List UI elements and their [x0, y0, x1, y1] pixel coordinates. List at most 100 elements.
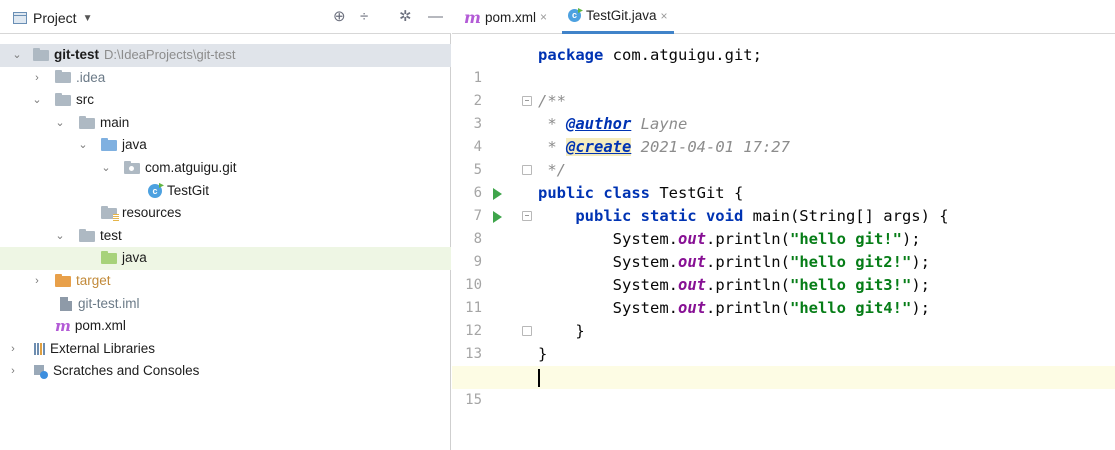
folder-icon — [79, 228, 95, 242]
tree-item-test-java[interactable]: java — [0, 247, 451, 270]
tree-item-iml[interactable]: git-test.iml — [0, 293, 451, 316]
maven-icon: m — [464, 7, 481, 27]
tree-label: java — [122, 250, 147, 266]
code-line: 4 * @author Layne — [452, 113, 1115, 155]
tree-label: java — [122, 137, 147, 153]
tree-item-target[interactable]: › target — [0, 270, 451, 293]
tree-item-idea[interactable]: › .idea — [0, 67, 451, 90]
chevron-down-icon[interactable]: ⌄ — [55, 112, 65, 135]
project-icon — [13, 12, 27, 24]
tree-label: main — [100, 114, 130, 130]
close-icon[interactable]: × — [661, 9, 668, 23]
chevron-down-icon[interactable]: ⌄ — [12, 44, 22, 67]
package-icon — [124, 160, 140, 174]
chevron-right-icon[interactable]: › — [32, 270, 42, 293]
tree-label: test — [100, 227, 122, 243]
libraries-icon — [34, 343, 45, 356]
project-title: Project — [33, 10, 77, 26]
chevron-down-icon: ▼ — [82, 12, 93, 24]
code-line: 1 package com.atguigu.git; — [452, 44, 1115, 86]
code-line: 12 System.out.println("hello git4!"); — [452, 297, 1115, 339]
chevron-right-icon[interactable]: › — [32, 67, 42, 90]
fold-end-icon[interactable] — [522, 165, 532, 175]
class-icon: c — [568, 9, 581, 22]
tree-item-src[interactable]: ⌄ src — [0, 89, 451, 112]
tree-label: resources — [122, 205, 182, 221]
tree-path: D:\IdeaProjects\git-test — [104, 47, 236, 62]
tree-item-main[interactable]: ⌄ main — [0, 112, 451, 135]
tree-label: pom.xml — [74, 318, 126, 334]
editor: m pom.xml × c TestGit.java × 1 package c… — [452, 0, 1115, 450]
code-line: 10 System.out.println("hello git2!"); — [452, 251, 1115, 293]
tree-item-pom[interactable]: m pom.xml — [0, 315, 451, 338]
code-line: 7 public class TestGit { — [452, 182, 1115, 224]
project-tree: ⌄ git-test D:\IdeaProjects\git-test › .i… — [0, 44, 451, 383]
tree-label: target — [76, 272, 111, 288]
tab-label: pom.xml — [484, 9, 536, 25]
tree-item-external-libraries[interactable]: › External Libraries — [0, 338, 451, 361]
code-line: 13 } — [452, 320, 1115, 362]
resources-folder-icon — [101, 205, 119, 221]
fold-end-icon[interactable] — [522, 326, 532, 336]
tree-label: Scratches and Consoles — [53, 363, 200, 379]
chevron-down-icon[interactable]: ⌄ — [55, 225, 65, 248]
code-line: 8 public static void main(String[] args)… — [452, 205, 1115, 247]
gear-icon[interactable]: ✲ — [399, 8, 412, 26]
text-caret — [538, 368, 540, 387]
tree-label: External Libraries — [50, 340, 156, 356]
project-view-selector[interactable]: Project ▼ — [13, 9, 92, 27]
folder-icon — [55, 92, 71, 106]
tree-item-resources[interactable]: resources — [0, 202, 451, 225]
tree-item-package[interactable]: ⌄ com.atguigu.git — [0, 157, 451, 180]
code-area[interactable]: 1 package com.atguigu.git; 2 3 /** 4 * @… — [452, 44, 1115, 408]
collapse-all-icon[interactable]: ÷ — [360, 8, 368, 26]
tree-item-scratches[interactable]: › Scratches and Consoles — [0, 360, 451, 383]
tree-item-testgit[interactable]: c TestGit — [0, 180, 451, 203]
iml-file-icon — [60, 296, 72, 311]
code-line: 3 /** — [452, 90, 1115, 132]
fold-icon[interactable] — [522, 211, 532, 221]
run-icon[interactable] — [493, 211, 502, 223]
code-line: 2 — [452, 67, 1115, 109]
chevron-down-icon[interactable]: ⌄ — [32, 89, 42, 112]
locate-file-icon[interactable]: ⊕ — [333, 8, 346, 26]
tab-testgit-java[interactable]: c TestGit.java × — [562, 0, 674, 34]
code-line: 11 System.out.println("hello git3!"); — [452, 274, 1115, 316]
code-line: 5 * @create 2021-04-01 17:27 — [452, 136, 1115, 178]
tree-label: src — [76, 92, 94, 108]
module-folder-icon — [33, 47, 49, 61]
tree-label: .idea — [76, 69, 106, 85]
code-line: 14 } — [452, 343, 1115, 385]
tree-label: git-test — [54, 47, 99, 62]
line-number: 15 — [465, 392, 482, 408]
class-icon: c — [148, 183, 162, 198]
fold-icon[interactable] — [522, 96, 532, 106]
tree-label: com.atguigu.git — [145, 159, 237, 175]
tree-item-git-test[interactable]: ⌄ git-test D:\IdeaProjects\git-test — [0, 44, 451, 67]
tree-label: git-test.iml — [78, 295, 140, 311]
run-icon[interactable] — [493, 188, 502, 200]
tab-label: TestGit.java — [586, 8, 657, 23]
chevron-down-icon[interactable]: ⌄ — [101, 157, 111, 180]
tab-pom-xml[interactable]: m pom.xml × — [458, 0, 553, 34]
hide-icon[interactable]: — — [428, 8, 443, 26]
project-header: Project ▼ ⊕ ÷ ✲ — — [0, 0, 451, 34]
test-folder-icon — [101, 251, 117, 265]
scratches-icon — [34, 364, 48, 379]
code-line: 9 System.out.println("hello git!"); — [452, 228, 1115, 270]
tree-item-test[interactable]: ⌄ test — [0, 225, 451, 248]
project-tool-window: Project ▼ ⊕ ÷ ✲ — ⌄ git-test D:\IdeaProj… — [0, 0, 451, 450]
editor-tabs: m pom.xml × c TestGit.java × — [452, 0, 1115, 34]
current-line[interactable]: 15 — [452, 366, 1115, 408]
excluded-folder-icon — [55, 273, 71, 287]
chevron-right-icon[interactable]: › — [8, 338, 18, 361]
chevron-right-icon[interactable]: › — [8, 360, 18, 383]
tree-item-main-java[interactable]: ⌄ java — [0, 134, 451, 157]
code-line: 6 */ — [452, 159, 1115, 201]
tree-label: TestGit — [167, 182, 210, 198]
close-icon[interactable]: × — [540, 10, 547, 24]
chevron-down-icon[interactable]: ⌄ — [78, 134, 88, 157]
source-folder-icon — [101, 138, 117, 152]
maven-icon: m — [55, 317, 71, 336]
folder-icon — [79, 115, 95, 129]
